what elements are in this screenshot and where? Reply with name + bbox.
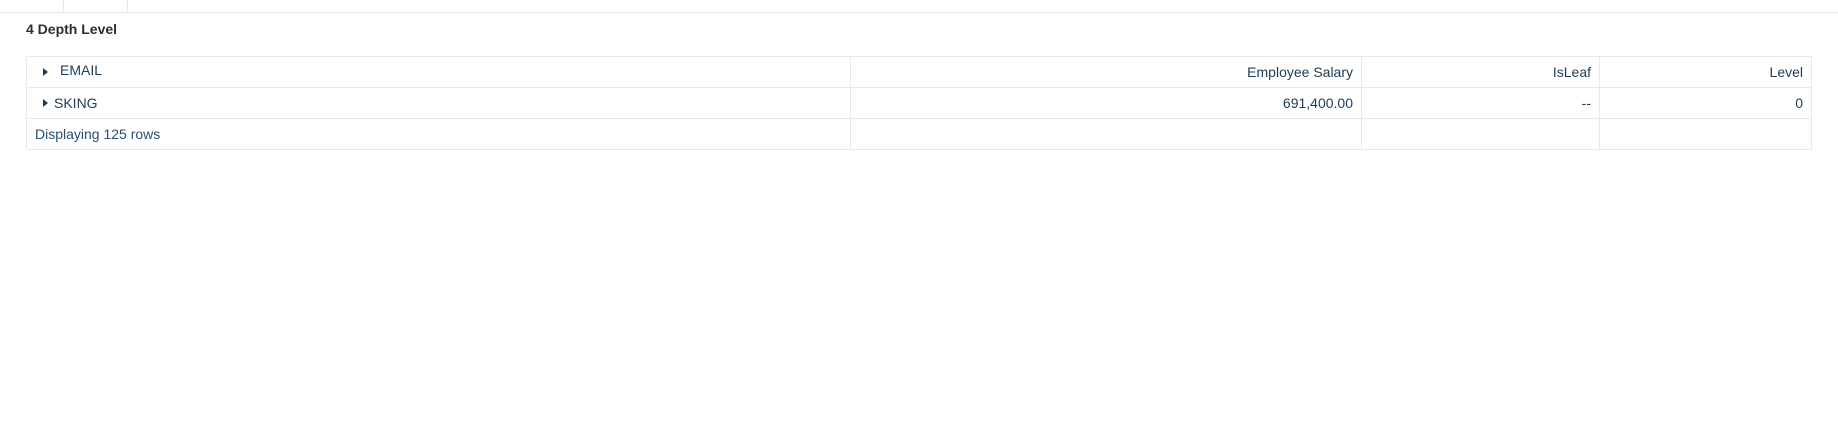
row-label: SKING [54,95,98,111]
footer-empty-cell [1361,118,1600,150]
top-tab-strip [0,0,1838,13]
column-header-isleaf[interactable]: IsLeaf [1361,56,1600,88]
expand-caret-icon[interactable] [43,68,48,77]
footer-empty-cell [850,118,1362,150]
section-title: 4 Depth Level [26,21,118,37]
table-header-row: EMAIL Employee Salary IsLeaf Level [26,56,1812,88]
footer-status: Displaying 125 rows [26,118,851,150]
cell-employee-salary: 691,400.00 [850,87,1362,119]
footer-empty-cell [1599,118,1812,150]
group-header-label: EMAIL [60,62,103,78]
pivot-table: EMAIL Employee Salary IsLeaf Level SKING… [26,56,1812,150]
column-header-employee-salary[interactable]: Employee Salary [850,56,1362,88]
cell-isleaf: -- [1361,87,1600,119]
tab-2[interactable] [64,0,128,12]
column-header-level[interactable]: Level [1599,56,1812,88]
tab-1[interactable] [0,0,64,12]
cell-level: 0 [1599,87,1812,119]
row-label-cell[interactable]: SKING [26,87,851,119]
expand-caret-icon[interactable] [43,99,48,108]
group-header-cell[interactable]: EMAIL [26,56,851,88]
table-row: SKING 691,400.00 -- 0 [26,87,1812,119]
table-footer-row: Displaying 125 rows [26,118,1812,150]
